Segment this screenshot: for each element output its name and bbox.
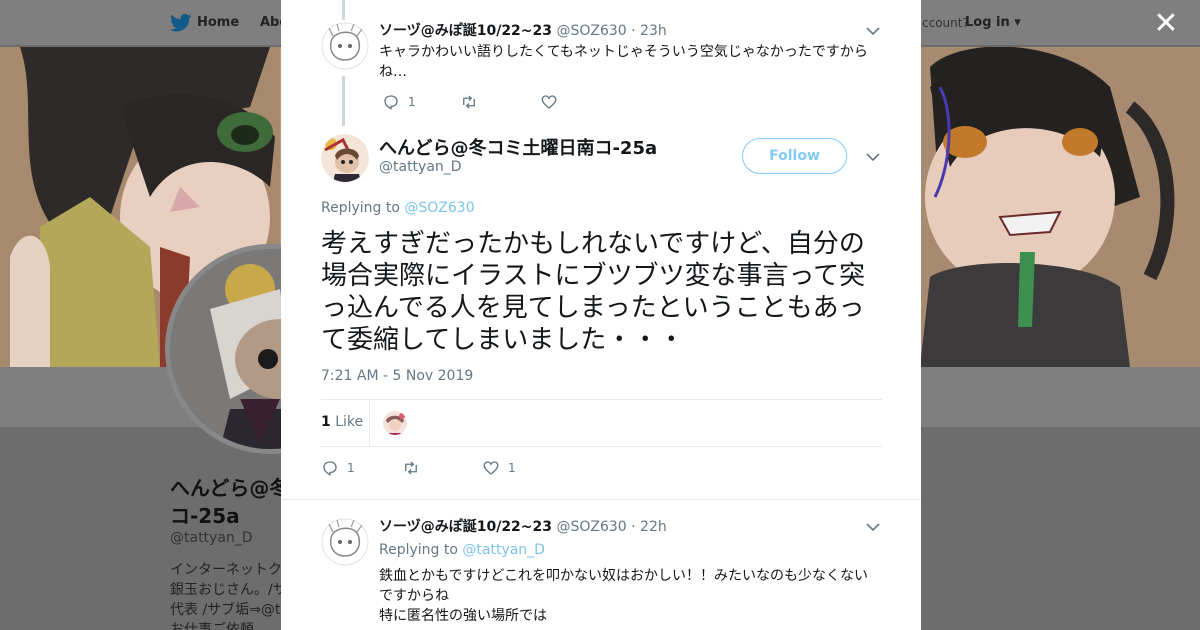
tweet-author-handle[interactable]: @tattyan_D xyxy=(379,159,462,175)
reply-button[interactable]: 1 xyxy=(321,458,355,478)
profile-name: へんどら@冬 コ-25a xyxy=(170,476,290,528)
liker-avatar-art xyxy=(383,411,407,435)
close-icon[interactable]: ✕ xyxy=(1152,9,1180,39)
tweet-author-name[interactable]: へんどら@冬コミ土曜日南コ-25a xyxy=(379,134,657,160)
profile-bio-line: 代表 /サブ垢⇒@t xyxy=(170,602,281,618)
profile-bio-line: インターネットク xyxy=(170,562,282,578)
tweet-author-handle[interactable]: @SOZ630 xyxy=(556,23,626,39)
tweet-timestamp[interactable]: 22h xyxy=(640,519,667,535)
heart-icon xyxy=(541,95,557,109)
profile-bio: インターネットク 銀玉おじさん。/サ 代表 /サブ垢⇒@t お仕事ご依頼 xyxy=(170,560,290,630)
chevron-down-icon[interactable] xyxy=(866,26,880,36)
tweet-header: ソーヅ@みぽ誕10/22~23 @SOZ630 · 23h xyxy=(379,22,667,40)
chevron-down-icon[interactable] xyxy=(866,152,880,162)
tweet-author-name[interactable]: ソーヅ@みぽ誕10/22~23 xyxy=(379,519,552,535)
replying-to: Replying to @tattyan_D xyxy=(379,542,545,558)
tweet-text-line: ですからね xyxy=(379,588,449,604)
home-nav-link[interactable]: Home xyxy=(197,15,239,30)
tweet-author-handle[interactable]: @SOZ630 xyxy=(556,519,626,535)
reply-button[interactable]: 1 xyxy=(382,92,416,112)
retweet-icon xyxy=(463,95,475,109)
follow-button[interactable]: Follow xyxy=(742,138,847,174)
login-link[interactable]: Log in ▾ xyxy=(965,15,1021,30)
tweet-timestamp[interactable]: 23h xyxy=(640,23,667,39)
separator-dot: · xyxy=(631,23,636,39)
thread-connector-line xyxy=(342,76,345,126)
reply-count: 1 xyxy=(408,95,416,109)
twitter-bird-icon[interactable] xyxy=(170,13,192,33)
reply-count: 1 xyxy=(347,461,355,475)
like-count: 1 xyxy=(508,461,516,475)
avatar[interactable] xyxy=(321,518,369,566)
likes-number: 1 xyxy=(321,414,331,430)
replying-to-handle-link[interactable]: @SOZ630 xyxy=(404,200,474,216)
avatar[interactable] xyxy=(321,134,369,182)
retweet-button[interactable] xyxy=(460,92,478,112)
replying-to-label: Replying to xyxy=(321,200,400,216)
tweet-text: キャラかわいい語りしたくてもネットじゃそういう空気じゃなかったですからね… xyxy=(379,44,868,80)
like-button[interactable] xyxy=(540,92,558,112)
replying-to: Replying to @SOZ630 xyxy=(321,200,475,216)
avatar-art xyxy=(321,134,369,182)
tweet-text-line: 特に匿名性の強い場所では xyxy=(379,608,547,624)
tweet-header: ソーヅ@みぽ誕10/22~23 @SOZ630 · 22h xyxy=(379,518,667,536)
separator-dot: · xyxy=(631,519,636,535)
tweet-text: 鉄血とかもですけどこれを叩かない奴はおかしい！！みたいなのも少なくない ですから… xyxy=(379,566,889,626)
tweet-text: 考えすぎだったかもしれないですけど、自分の場合実際にイラストにブツブツ変な事言っ… xyxy=(321,229,866,355)
login-label: Log in xyxy=(965,15,1010,30)
reply-icon xyxy=(323,461,337,476)
likes-count-link[interactable]: 1 Like xyxy=(321,414,363,430)
retweet-icon xyxy=(405,461,417,475)
reply-icon xyxy=(384,95,398,110)
profile-handle: @tattyan_D xyxy=(170,530,253,546)
chevron-down-icon[interactable] xyxy=(866,522,880,532)
like-button[interactable]: 1 xyxy=(482,458,516,478)
profile-bio-line: お仕事ご依頼 xyxy=(170,622,254,630)
heart-icon xyxy=(483,461,499,475)
likes-label: Like xyxy=(335,414,364,430)
tweet-author-name[interactable]: ソーヅ@みぽ誕10/22~23 xyxy=(379,23,552,39)
avatar-art xyxy=(321,518,369,566)
tweet-stats-bar: 1 Like xyxy=(321,399,882,447)
stats-divider xyxy=(369,400,370,447)
tweet-timestamp[interactable]: 7:21 AM - 5 Nov 2019 xyxy=(321,368,473,384)
avatar[interactable] xyxy=(321,22,369,70)
thread-connector-line xyxy=(342,0,345,20)
tweet-text-line: 鉄血とかもですけどこれを叩かない奴はおかしい！！みたいなのも少なくない xyxy=(379,568,869,584)
profile-bio-line: 銀玉おじさん。/サ xyxy=(170,582,287,598)
retweet-button[interactable] xyxy=(402,458,420,478)
tweet-permalink-modal: ソーヅ@みぽ誕10/22~23 @SOZ630 · 23h キャラかわいい語りし… xyxy=(281,0,921,630)
avatar-art xyxy=(321,22,369,70)
have-account-text: ccount? xyxy=(922,16,969,30)
replying-to-handle-link[interactable]: @tattyan_D xyxy=(462,542,545,558)
replying-to-label: Replying to xyxy=(379,542,458,558)
divider xyxy=(281,499,921,500)
liker-avatar[interactable] xyxy=(383,411,407,435)
